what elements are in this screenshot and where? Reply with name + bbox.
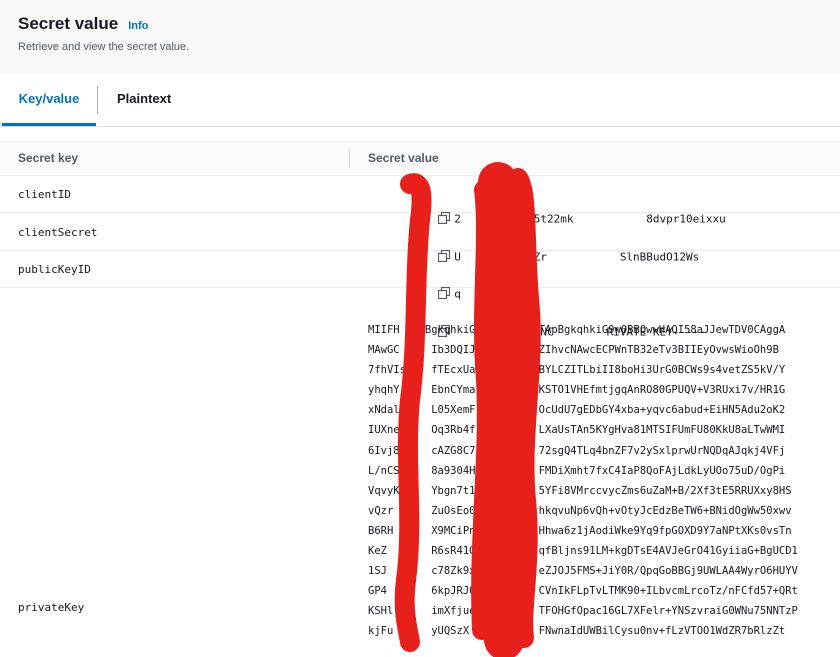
private-key-line: xNdalN L05XemF OcUdU7gEDbGY4xba+yqvc6abu…	[368, 404, 786, 417]
private-key-line: 6Ivj8U cAZG8C7 72sgQ4TLq4bnZF7v2ySxlprwU…	[368, 444, 786, 457]
private-key-line: vQzr ZuOsEo0 hkqvuNp6vQh+vOtyJcEdzBeTW6+…	[368, 504, 792, 517]
private-key-line: VqvyK Ybgn7t1 5YFi8VMrccvycZms6uZaM+B/2X…	[368, 484, 792, 497]
private-key-line: KSHl imXfjuel TFOHGfOpac16GL7XFelr+YNSzv…	[368, 605, 798, 618]
page-subtitle: Retrieve and view the secret value.	[18, 41, 190, 53]
info-link[interactable]: Info	[128, 20, 148, 32]
private-key-line: MAwGC Ib3DQIJ ZIhvcNAwcECPWnTB32eTv3BIIE…	[368, 344, 779, 357]
private-key-line: IUXne5 Oq3Rb4f LXaUsTAn5KYgHva81MTSIFUmF…	[368, 424, 786, 437]
private-key-line: kjFu yUQSzX FNwnaIdUWBilCysu0nv+fLzVTOO1…	[368, 625, 786, 638]
tab-plaintext[interactable]: Plaintext	[117, 74, 171, 126]
page-title: Secret value	[18, 14, 119, 33]
private-key-line: 7fhVIs fTEcxUa BYLCZITLbiII8boHi3UrG0BCW…	[368, 364, 786, 377]
table-row: clientID 2 cz5t22mk 8dvpr10eixxu	[0, 175, 840, 226]
column-header-secret-value: Secret value	[368, 151, 439, 165]
private-key-line: 1SJ c78Zk9xhF eZJOJ5FMS+JiY0R/QpqGoBBGj9…	[368, 565, 798, 578]
private-key-line: GP4 6kpJRJ0B CVnIkFLpTvLTMK90+ILbvcmLrco…	[368, 585, 798, 598]
table-row: publicKeyID q ehh4	[0, 251, 840, 301]
tab-key-value[interactable]: Key/value	[2, 74, 96, 126]
column-header-secret-key: Secret key	[18, 151, 79, 165]
title-row: Secret value Info	[18, 14, 148, 34]
secret-value-header: Secret value Info Retrieve and view the …	[0, 0, 840, 75]
secret-key-cell: publicKeyID	[18, 263, 91, 276]
private-key-line: KeZ R6sR41G2 qfBljns91LM+kgDTsE4AVJeGrO4…	[368, 545, 798, 558]
private-key-line: B6RH X9MCiPnZ Hhwa6z1jAodiWke9Yq9fpGOXD9…	[368, 524, 792, 537]
column-divider	[349, 149, 350, 168]
table-row: clientSecret U S40pQ5xZr SlnBBudO12Ws	[0, 213, 840, 264]
private-key-line: L/nCS 8a9304H FMDiXmht7fxC4IaP8QoFAjLdkL…	[368, 464, 786, 477]
private-key-body: MIIFH BgkqhkiG9 TApBgkqhkiG9w0BBQwwHAQI5…	[368, 320, 818, 642]
secret-key-cell: clientSecret	[18, 226, 98, 239]
table-header: Secret key Secret value	[0, 141, 840, 176]
private-key-line: yhqhY EbnCYma KSTO1VHEfmtjgqAnRO80GPUQV+…	[368, 384, 786, 397]
tab-bar: Key/value Plaintext	[0, 74, 840, 127]
private-key-line: MIIFH BgkqhkiG9 TApBgkqhkiG9w0BBQwwHAQI5…	[368, 324, 786, 336]
secret-key-cell: clientID	[18, 188, 71, 201]
secret-key-cell: privateKey	[18, 601, 85, 614]
tab-divider	[97, 86, 98, 114]
